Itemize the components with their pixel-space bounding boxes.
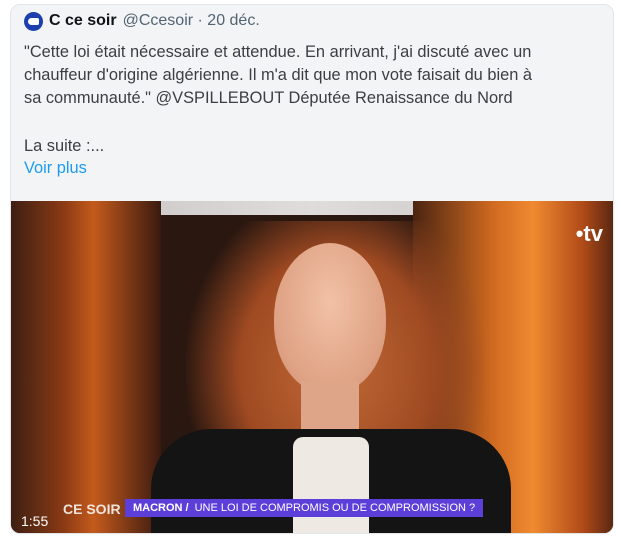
speaker-shirt: [293, 437, 369, 533]
studio-background-left: [11, 201, 161, 533]
author-name[interactable]: C ce soir: [49, 12, 117, 30]
tweet-text: "Cette loi était nécessaire et attendue.…: [24, 41, 604, 110]
banner-text: UNE LOI DE COMPROMIS OU DE COMPROMISSION…: [194, 502, 476, 514]
video-timestamp: 1:55: [21, 513, 49, 529]
show-logo: CE SOIR: [63, 501, 121, 517]
video-player[interactable]: •tv 1:55 CE SOIR MACRON / UNE LOI DE COM…: [11, 201, 613, 533]
handle-date[interactable]: @Ccesoir · 20 déc.: [123, 12, 260, 30]
account-avatar[interactable]: [24, 11, 43, 31]
tweet-suite: La suite :...: [24, 137, 105, 155]
tweet-line: "Cette loi était nécessaire et attendue.…: [24, 43, 532, 61]
channel-logo: •tv: [575, 221, 603, 246]
lower-third-banner: MACRON / UNE LOI DE COMPROMIS OU DE COMP…: [125, 499, 484, 517]
tweet-card[interactable]: C ce soir @Ccesoir · 20 déc. "Cette loi …: [10, 4, 614, 534]
tweet-line: chauffeur d'origine algérienne. Il m'a d…: [24, 66, 533, 84]
avatar-logo-icon: [28, 17, 39, 25]
banner-keyword: MACRON /: [133, 502, 189, 514]
tweet-line: sa communauté." @VSPILLEBOUT Députée Ren…: [24, 89, 513, 107]
see-more-link[interactable]: Voir plus: [24, 159, 87, 178]
speaker-face: [274, 243, 386, 393]
tweet-header: C ce soir @Ccesoir · 20 déc.: [24, 11, 260, 31]
